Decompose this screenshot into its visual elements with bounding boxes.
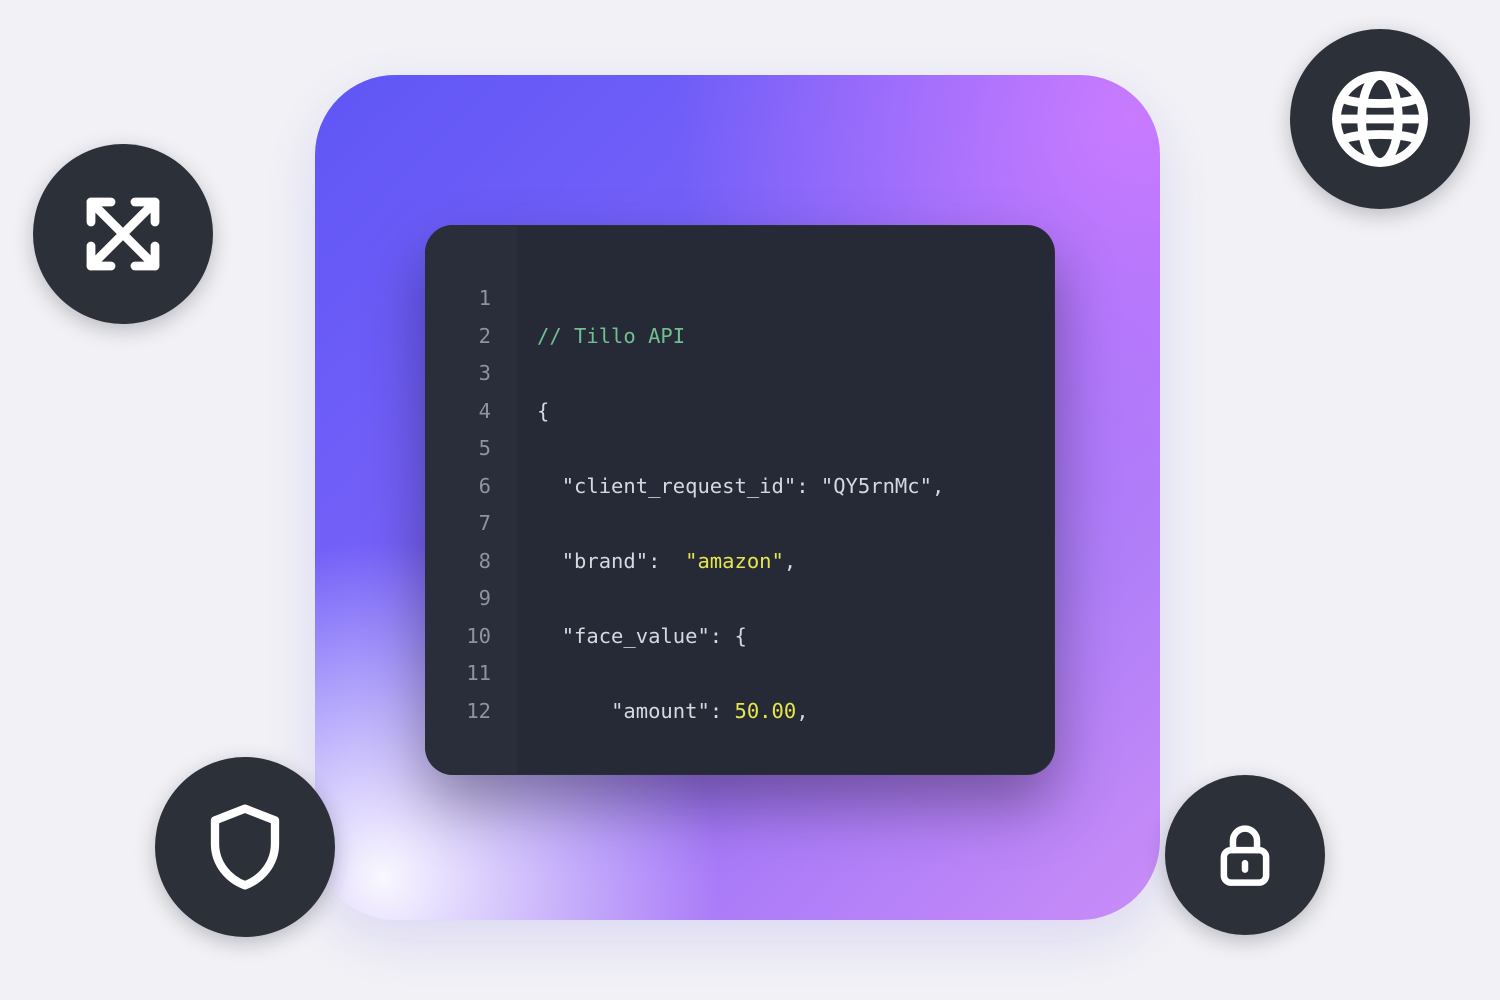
line-number: 11 [425,655,517,693]
line-number: 1 [425,280,517,318]
code-editor: 1 2 3 4 5 6 7 8 9 10 11 12 // Tillo API … [425,225,1055,775]
lock-icon [1165,775,1325,935]
code-body: // Tillo API { "client_request_id": "QY5… [517,225,1055,775]
code-line: "currency": "USD" [537,768,1055,776]
shield-icon [155,757,335,937]
expand-icon [33,144,213,324]
line-number: 10 [425,618,517,656]
line-number: 7 [425,505,517,543]
line-number: 4 [425,393,517,431]
line-number: 8 [425,543,517,581]
line-number: 2 [425,318,517,356]
code-line: { [537,393,1055,431]
code-line: // Tillo API [537,318,1055,356]
code-line: "face_value": { [537,618,1055,656]
line-number: 3 [425,355,517,393]
code-line: "amount": 50.00, [537,693,1055,731]
line-number: 6 [425,468,517,506]
line-number: 12 [425,693,517,731]
line-number: 9 [425,580,517,618]
code-line: "brand": "amazon", [537,543,1055,581]
line-number: 5 [425,430,517,468]
globe-icon [1290,29,1470,209]
line-number-gutter: 1 2 3 4 5 6 7 8 9 10 11 12 [425,225,517,775]
code-line: "client_request_id": "QY5rnMc", [537,468,1055,506]
